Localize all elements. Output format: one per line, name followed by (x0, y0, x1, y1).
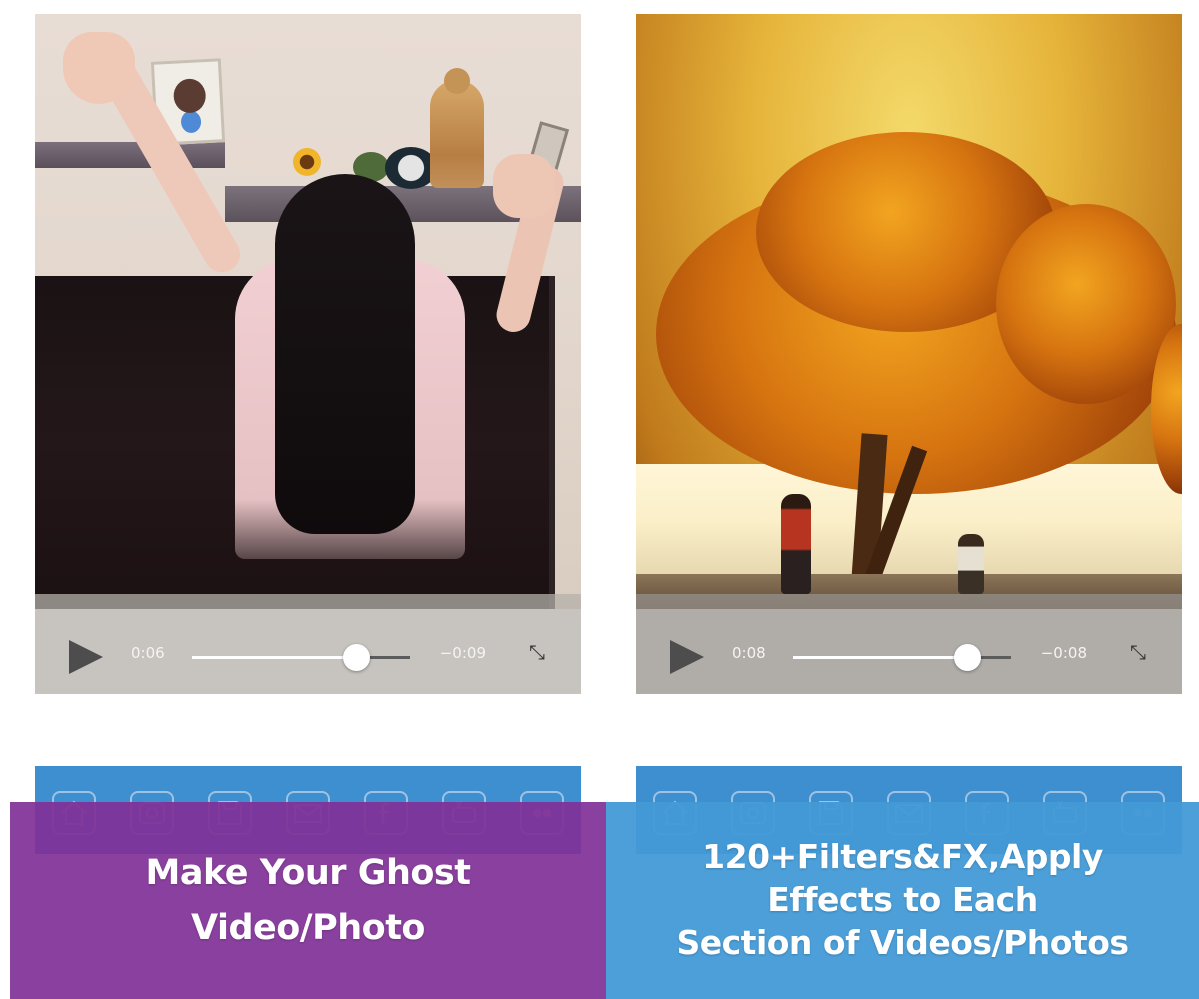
statue (430, 68, 484, 188)
person-figure (958, 534, 984, 594)
feature-banner-filters: 120+Filters&FX,Apply Effects to Each Sec… (606, 802, 1199, 999)
seek-bar[interactable] (793, 644, 1011, 671)
fullscreen-icon[interactable]: ⤡ (1124, 638, 1152, 666)
banner-text-line: Section of Videos/Photos (676, 922, 1129, 962)
filtered-video-frame (636, 14, 1182, 609)
seek-thumb[interactable] (954, 644, 982, 671)
right-hand (493, 154, 555, 218)
feature-banner-ghost: Make Your Ghost Video/Photo (10, 802, 606, 999)
app-store-screenshot: 0:06 −0:09 ⤡ 0:08 −0:08 ⤡ Make Your Ghos… (0, 0, 1199, 999)
right-phone-screen: 0:08 −0:08 ⤡ (636, 14, 1182, 854)
current-time: 0:06 (131, 644, 165, 662)
video-player-controls: 0:06 −0:09 ⤡ (35, 594, 581, 694)
banner-text-line: Effects to Each (767, 880, 1038, 920)
left-hand (63, 32, 135, 104)
tree-canopy (996, 204, 1176, 404)
left-phone-screen: 0:06 −0:09 ⤡ (35, 14, 581, 854)
seek-bar[interactable] (192, 644, 410, 671)
banner-text-line: Make Your Ghost (145, 853, 472, 894)
seek-thumb[interactable] (342, 644, 370, 671)
banner-text-line: 120+Filters&FX,Apply (702, 837, 1103, 877)
remaining-time: −0:09 (439, 644, 486, 662)
remaining-time: −0:08 (1040, 644, 1087, 662)
play-button[interactable] (670, 640, 704, 674)
play-button[interactable] (69, 640, 103, 674)
fullscreen-icon[interactable]: ⤡ (523, 638, 551, 666)
person-figure (781, 494, 811, 594)
content-area (35, 694, 581, 766)
video-player-controls: 0:08 −0:08 ⤡ (636, 594, 1182, 694)
shelf (35, 142, 225, 168)
banner-text-line: Video/Photo (191, 907, 425, 948)
person-hair (275, 174, 415, 534)
content-area (636, 694, 1182, 766)
seek-bar-fill (793, 656, 968, 659)
current-time: 0:08 (732, 644, 766, 662)
seek-bar-fill (192, 656, 356, 659)
sunflower (293, 148, 321, 176)
ghost-video-frame (35, 14, 581, 609)
